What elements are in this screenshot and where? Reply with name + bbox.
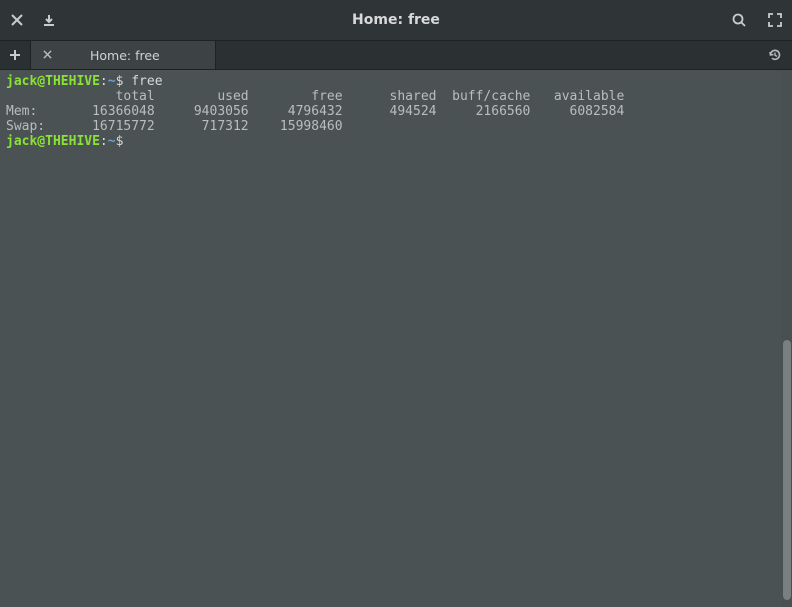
tab-bar-right xyxy=(768,41,782,69)
close-window-icon[interactable] xyxy=(10,13,24,27)
output-header: total used free shared buff/cache availa… xyxy=(6,89,624,104)
output-mem-row: Mem: 16366048 9403056 4796432 494524 216… xyxy=(6,104,624,119)
prompt-dollar: $ xyxy=(116,134,124,149)
output-swap-row: Swap: 16715772 717312 15998460 xyxy=(6,119,343,134)
prompt-command: free xyxy=(123,74,162,89)
terminal-pane[interactable]: jack@THEHIVE:~$ free total used free sha… xyxy=(0,70,792,607)
history-icon[interactable] xyxy=(768,48,782,62)
title-bar: Home: free xyxy=(0,0,792,41)
tab-bar: Home: free xyxy=(0,41,792,70)
tab-home-free[interactable]: Home: free xyxy=(31,41,216,69)
tab-title: Home: free xyxy=(90,48,160,63)
download-icon[interactable] xyxy=(42,13,56,27)
title-bar-right xyxy=(732,13,782,27)
scrollbar-track[interactable] xyxy=(782,70,792,607)
prompt-path: ~ xyxy=(108,134,116,149)
fullscreen-icon[interactable] xyxy=(768,13,782,27)
search-icon[interactable] xyxy=(732,13,746,27)
prompt-sep: : xyxy=(100,74,108,89)
new-tab-button[interactable] xyxy=(0,41,31,69)
prompt-user: jack@THEHIVE xyxy=(6,134,100,149)
scrollbar-thumb[interactable] xyxy=(783,340,791,600)
prompt-path: ~ xyxy=(108,74,116,89)
prompt-user: jack@THEHIVE xyxy=(6,74,100,89)
window-title: Home: free xyxy=(0,12,792,28)
prompt-sep: : xyxy=(100,134,108,149)
tab-close-icon[interactable] xyxy=(43,48,52,62)
title-bar-left xyxy=(10,13,56,27)
